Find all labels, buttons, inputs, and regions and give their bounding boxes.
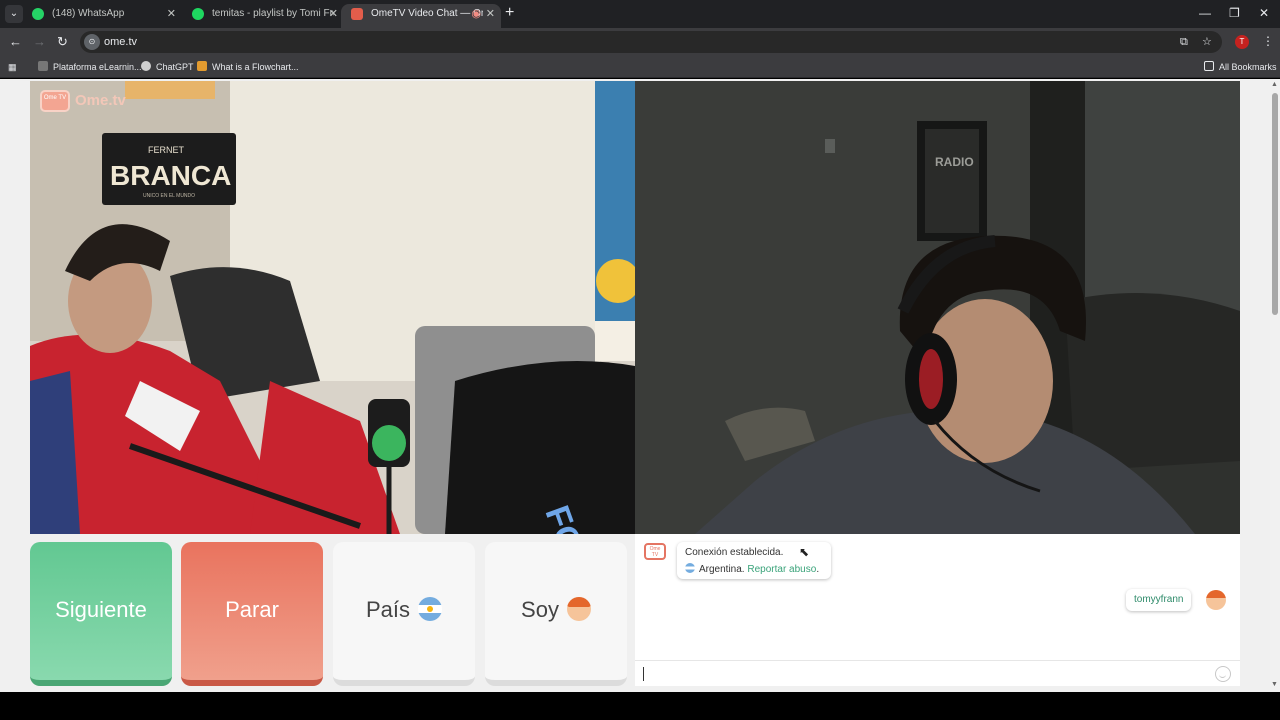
stop-button-label: Parar	[225, 597, 279, 622]
close-tab-icon[interactable]: ✕	[167, 4, 176, 24]
bookmark-elearning[interactable]: Plataforma eLearnin...	[38, 56, 142, 78]
new-tab-button[interactable]: +	[505, 4, 514, 22]
logo-text: Ome.tv	[75, 92, 126, 109]
site-info-icon[interactable]: ⊙	[84, 34, 100, 50]
user-avatar-icon	[1206, 590, 1226, 610]
local-video-scene: FERNET BRANCA UNICO EN EL MUNDO FOX	[30, 81, 635, 534]
bookmark-label: What is a Flowchart...	[212, 62, 299, 72]
next-button-label: Siguiente	[55, 597, 147, 622]
gender-button[interactable]: Soy	[485, 542, 627, 686]
tab-whatsapp[interactable]: (148) WhatsApp ✕	[22, 4, 182, 28]
bookmark-favicon	[197, 61, 207, 71]
sign-sub-text: UNICO EN EL MUNDO	[143, 193, 195, 199]
menu-icon[interactable]: ⋮	[1262, 34, 1274, 48]
stranger-video: RADIO	[635, 81, 1240, 534]
address-bar[interactable]: ⊙ ome.tv ⧉ ☆	[80, 31, 1222, 53]
stranger-country-line: Argentina. Reportar abuso.	[685, 563, 823, 575]
text-caret	[643, 667, 644, 681]
country-button-label: País	[365, 597, 411, 622]
logo-badge: Ome TV	[40, 90, 70, 112]
tab-label: temitas - playlist by Tomi Franc	[212, 8, 334, 19]
all-bookmarks[interactable]: All Bookmarks	[1204, 56, 1277, 78]
country-button[interactable]: País	[333, 542, 475, 686]
back-icon[interactable]: ←	[9, 34, 22, 50]
sign-top-text: FERNET	[148, 145, 185, 155]
profile-avatar[interactable]: T	[1235, 35, 1249, 49]
report-abuse-link[interactable]: Reportar abuso	[747, 564, 816, 575]
bookmark-favicon	[38, 61, 48, 71]
spotify-icon	[192, 8, 204, 20]
browser-toolbar: ← → ↻ ⊙ ome.tv ⧉ ☆	[0, 28, 1280, 56]
stranger-country: Argentina.	[699, 564, 745, 575]
url-text: ome.tv	[104, 36, 138, 48]
bookmark-label: Plataforma eLearnin...	[53, 62, 142, 72]
next-button[interactable]: Siguiente	[30, 542, 172, 686]
mouse-cursor-icon: ⬉	[799, 545, 810, 559]
argentina-flag-icon	[418, 597, 443, 621]
sign-main-text: BRANCA	[110, 160, 231, 191]
close-tab-icon[interactable]: ✕	[329, 4, 338, 24]
apps-icon[interactable]: ▦	[8, 56, 17, 78]
restore-icon[interactable]: ❐	[1229, 6, 1240, 20]
all-bookmarks-label: All Bookmarks	[1219, 62, 1277, 72]
tab-label: (148) WhatsApp	[52, 8, 125, 19]
chatgpt-icon	[141, 61, 151, 71]
stranger-video-scene: RADIO	[635, 81, 1240, 534]
scroll-down-icon[interactable]: ▼	[1271, 681, 1278, 688]
tab-search-icon[interactable]: ⌄	[5, 5, 23, 23]
recording-icon: ◉	[471, 8, 481, 20]
bookmark-label: ChatGPT	[156, 62, 194, 72]
stop-button[interactable]: Parar	[181, 542, 323, 686]
install-app-icon[interactable]: ⧉	[1180, 35, 1188, 49]
chat-input[interactable]	[635, 660, 1240, 686]
gender-button-label: Soy	[521, 597, 559, 622]
bookmark-flowchart[interactable]: What is a Flowchart...	[197, 56, 299, 78]
poster-text: RADIO	[935, 155, 974, 169]
forward-icon[interactable]: →	[33, 34, 46, 50]
boy-face-icon	[566, 597, 591, 621]
whatsapp-icon	[32, 8, 44, 20]
scroll-up-icon[interactable]: ▲	[1271, 81, 1278, 88]
user-message: tomyyfrann	[1126, 589, 1192, 611]
report-suffix: .	[816, 564, 820, 575]
tab-spotify[interactable]: temitas - playlist by Tomi Franc ✕	[182, 4, 344, 28]
tab-label: OmeTV Video Chat — Ome	[371, 8, 483, 19]
tab-ometv[interactable]: OmeTV Video Chat — Ome ◉ ✕	[341, 4, 501, 28]
close-window-icon[interactable]: ✕	[1259, 6, 1269, 20]
local-video: FERNET BRANCA UNICO EN EL MUNDO FOX Ome …	[30, 81, 635, 534]
bookmark-chatgpt[interactable]: ChatGPT	[141, 56, 194, 78]
ometv-icon	[351, 8, 363, 20]
scroll-thumb[interactable]	[1272, 93, 1278, 315]
argentina-flag-icon	[685, 563, 695, 573]
page-scrollbar[interactable]: ▲ ▼	[1270, 79, 1280, 692]
chat-panel: Ome TV Conexión establecida. Argentina. …	[635, 534, 1240, 686]
ometv-chat-icon: Ome TV	[644, 543, 666, 560]
bookmarks-bar: ▦ Plataforma eLearnin... ChatGPT What is…	[0, 56, 1280, 78]
tab-strip: ⌄ (148) WhatsApp ✕ temitas - playlist by…	[0, 0, 1280, 28]
close-tab-icon[interactable]: ✕	[486, 4, 495, 24]
ometv-page: FERNET BRANCA UNICO EN EL MUNDO FOX Ome …	[0, 79, 1270, 692]
emoji-icon[interactable]	[1215, 666, 1231, 682]
bookmark-star-icon[interactable]: ☆	[1202, 35, 1212, 49]
minimize-icon[interactable]: —	[1199, 6, 1211, 20]
folder-icon	[1204, 61, 1214, 71]
reload-icon[interactable]: ↻	[57, 34, 68, 50]
